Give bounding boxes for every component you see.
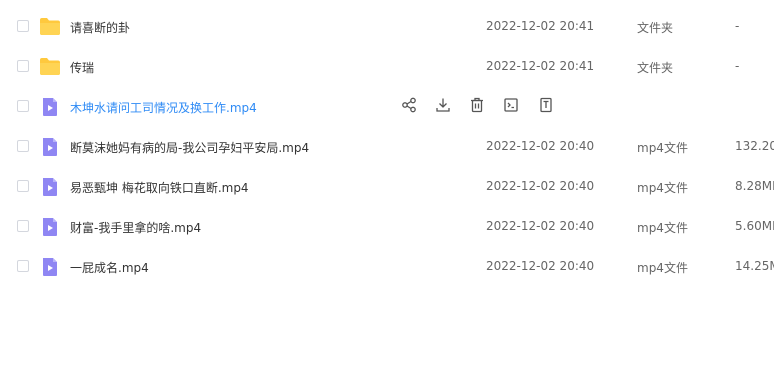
row-checkbox[interactable] [17, 140, 29, 152]
folder-icon [39, 57, 61, 77]
list-item[interactable]: 易恶甄坤 梅花取向铁口直断.mp4 2022-12-02 20:40 mp4文件… [0, 167, 774, 207]
list-item[interactable]: 请喜断的卦 2022-12-02 20:41 文件夹 - [0, 7, 774, 47]
list-item[interactable]: 断莫沫她妈有病的局-我公司孕妇平安局.mp4 2022-12-02 20:40 … [0, 127, 774, 167]
file-size: 14.25MB [735, 259, 774, 273]
file-size: - [735, 19, 740, 33]
folder-icon [39, 17, 61, 37]
file-size: 132.20 [735, 139, 774, 153]
file-name[interactable]: 财富-我手里拿的啥.mp4 [70, 219, 201, 236]
list-item[interactable]: 一屁成名.mp4 2022-12-02 20:40 mp4文件 14.25MB [0, 247, 774, 287]
row-checkbox[interactable] [17, 60, 29, 72]
file-type: mp4文件 [637, 141, 688, 155]
list-item[interactable]: 财富-我手里拿的啥.mp4 2022-12-02 20:40 mp4文件 5.6… [0, 207, 774, 247]
file-date: 2022-12-02 20:40 [486, 179, 595, 193]
file-date: 2022-12-02 20:41 [486, 19, 595, 33]
file-name[interactable]: 一屁成名.mp4 [70, 259, 149, 276]
file-size: - [735, 59, 740, 73]
file-date: 2022-12-02 20:40 [486, 139, 595, 153]
more-icon[interactable] [537, 96, 555, 114]
row-checkbox[interactable] [17, 100, 29, 112]
file-type: mp4文件 [637, 221, 688, 235]
video-file-icon [39, 97, 61, 117]
delete-icon[interactable] [468, 96, 486, 114]
row-checkbox[interactable] [17, 180, 29, 192]
file-date: 2022-12-02 20:40 [486, 259, 595, 273]
share-icon[interactable] [400, 96, 418, 114]
file-type: 文件夹 [637, 61, 674, 75]
file-name[interactable]: 木坤水请问工司情况及换工作.mp4 [70, 99, 257, 116]
file-type: 文件夹 [637, 21, 674, 35]
video-file-icon [39, 137, 61, 157]
file-size: 5.60MB [735, 219, 774, 233]
download-icon[interactable] [434, 96, 452, 114]
row-checkbox[interactable] [17, 260, 29, 272]
file-list: 请喜断的卦 2022-12-02 20:41 文件夹 - 传瑞 2022-12-… [0, 0, 774, 365]
file-name[interactable]: 传瑞 [70, 59, 94, 76]
file-name[interactable]: 断莫沫她妈有病的局-我公司孕妇平安局.mp4 [70, 139, 309, 156]
file-date: 2022-12-02 20:41 [486, 59, 595, 73]
file-name[interactable]: 请喜断的卦 [70, 19, 130, 36]
file-type: mp4文件 [637, 261, 688, 275]
file-size: 8.28MB [735, 179, 774, 193]
video-file-icon [39, 257, 61, 277]
file-date: 2022-12-02 20:40 [486, 219, 595, 233]
file-type: mp4文件 [637, 181, 688, 195]
row-checkbox[interactable] [17, 20, 29, 32]
video-file-icon [39, 177, 61, 197]
video-file-icon [39, 217, 61, 237]
rename-icon[interactable] [502, 96, 520, 114]
list-item[interactable]: 木坤水请问工司情况及换工作.mp4 [0, 87, 774, 127]
file-name[interactable]: 易恶甄坤 梅花取向铁口直断.mp4 [70, 179, 249, 196]
row-checkbox[interactable] [17, 220, 29, 232]
list-item[interactable]: 传瑞 2022-12-02 20:41 文件夹 - [0, 47, 774, 87]
